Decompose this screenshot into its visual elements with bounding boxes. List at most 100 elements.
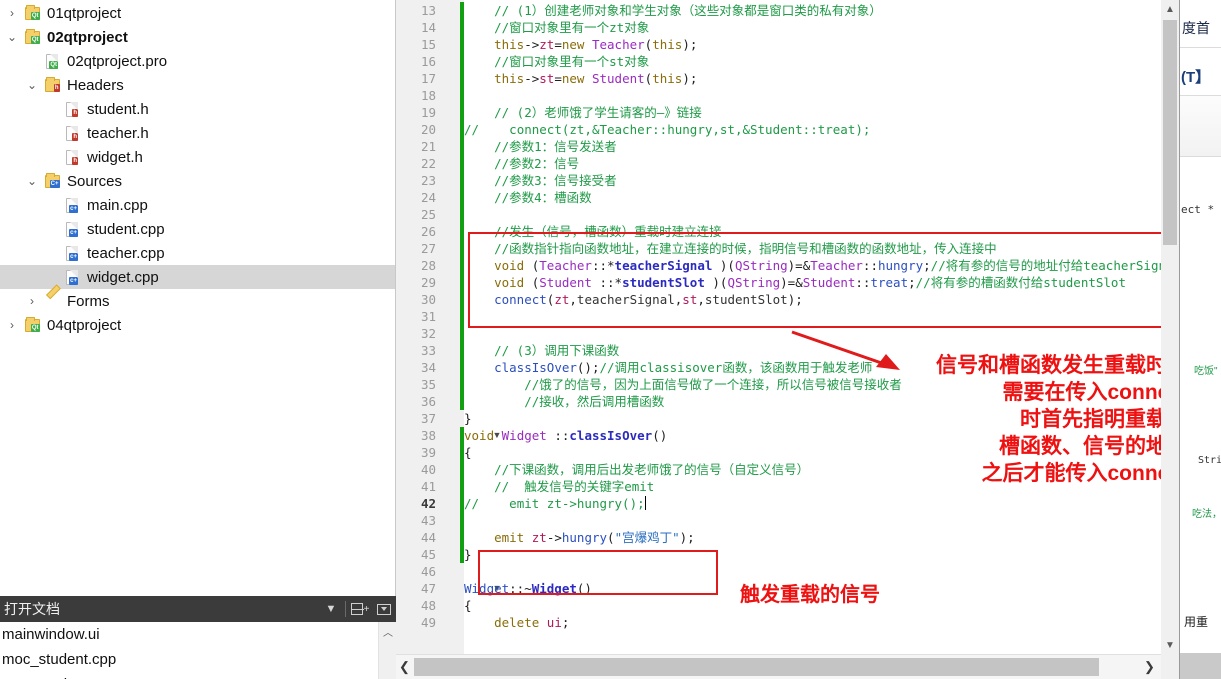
tree-item-sources[interactable]: ⌄ C+ Sources [0,169,396,193]
code-line[interactable]: void Widget ::classIsOver() [464,427,667,444]
tree-item-label: Sources [67,172,123,190]
qt-project-folder-icon: Qt [22,28,42,46]
tree-item-student-h[interactable]: h student.h [0,97,396,121]
sources-folder-icon: C+ [42,172,62,190]
code-line[interactable]: //参数4：槽函数 [464,189,592,206]
line-number: 30 [420,292,436,307]
h-file-icon: h [62,100,82,118]
chevron-down-icon[interactable]: ⌄ [2,31,22,43]
scroll-down-arrow-icon[interactable]: ▼ [1161,636,1179,654]
fold-gutter[interactable]: ▼ ▼ [442,0,501,654]
code-line[interactable]: //下课函数，调用后出发老师饿了的信号（自定义信号） [464,461,809,478]
code-line[interactable]: //参数2：信号 [464,155,579,172]
line-number: 24 [420,190,436,205]
tree-item-forms[interactable]: › Forms [0,289,396,313]
collapse-pane-icon[interactable] [372,597,396,621]
scroll-up-arrow-icon[interactable]: ▲ [1161,0,1179,18]
chevron-down-icon[interactable]: ▼ [319,597,343,621]
change-marker [460,427,464,563]
code-line[interactable]: // connect(zt,&Teacher::hungry,st,&Stude… [464,121,870,138]
chevron-down-icon[interactable]: ⌄ [22,175,42,187]
line-number: 27 [420,241,436,256]
red-arrow-icon [791,330,900,370]
tree-item-widget-cpp[interactable]: c+ widget.cpp [0,265,396,289]
open-document-item[interactable]: moc_student.cpp [0,647,378,672]
code-line[interactable]: this->zt=new Teacher(this); [464,36,697,53]
editor-horizontal-scrollbar[interactable]: ❮ ❯ [396,654,1161,679]
tree-item-02qtproject[interactable]: ⌄ Qt 02qtproject [0,25,396,49]
h-file-icon: h [62,148,82,166]
code-line[interactable]: void (Teacher::*teacherSignal )(QString)… [464,257,1161,274]
chevron-right-icon[interactable]: › [2,319,22,331]
chevron-right-icon[interactable]: › [22,295,42,307]
open-documents-scrollbar[interactable]: ︿ [378,622,396,679]
tree-item-student-cpp[interactable]: c+ student.cpp [0,217,396,241]
code-line[interactable]: emit zt->hungry("宫爆鸡丁"); [464,529,695,546]
open-documents-list[interactable]: mainwindow.uimoc_student.cppmoc_student.… [0,622,378,679]
cpp-file-icon: c+ [62,220,82,238]
tree-item-label: widget.cpp [87,268,159,286]
chevron-right-icon[interactable]: › [2,7,22,19]
code-line[interactable]: //参数3：信号接受者 [464,172,617,189]
code-line[interactable]: } [464,410,472,427]
qt-pro-file-icon: Qt [42,52,62,70]
line-number: 33 [420,343,436,358]
scrollbar-corner [1161,654,1179,679]
text-cursor [644,496,646,510]
tree-item-headers[interactable]: ⌄ h Headers [0,73,396,97]
tree-item-label: student.h [87,100,149,118]
background-window-sliver[interactable]: 度首 (T】 ect * 吃饭" Strin 吃法， 用重 [1179,0,1221,679]
code-line[interactable]: //发生（信号，槽函数）重载时建立连接 [464,223,722,240]
horizontal-scroll-thumb[interactable] [414,658,1099,676]
line-number: 23 [420,173,436,188]
tree-item-teacher-h[interactable]: h teacher.h [0,121,396,145]
split-view-icon[interactable]: + [348,597,372,621]
tree-item-main-cpp[interactable]: c+ main.cpp [0,193,396,217]
code-line[interactable]: //窗口对象里有一个st对象 [464,53,649,70]
code-line[interactable]: void (Student ::*studentSlot )(QString)=… [464,274,1126,291]
line-number: 29 [420,275,436,290]
tree-item-04qtproject[interactable]: › Qt 04qtproject [0,313,396,337]
code-line[interactable]: this->st=new Student(this); [464,70,697,87]
open-document-item[interactable]: moc_student.o [0,672,378,679]
change-marker [460,2,464,410]
code-line[interactable]: // (1）创建老师对象和学生对象（这些对象都是窗口类的私有对象） [464,2,882,19]
scroll-right-arrow-icon[interactable]: ❯ [1141,655,1158,679]
line-number: 15 [420,37,436,52]
code-line[interactable]: // 触发信号的关键字emit [464,478,654,495]
tree-item-label: 01qtproject [47,4,122,22]
vertical-scroll-thumb[interactable] [1163,20,1177,245]
h-file-icon: h [62,124,82,142]
tree-item-label: Forms [67,292,110,310]
scroll-left-arrow-icon[interactable]: ❮ [396,655,413,679]
code-line[interactable]: } [464,546,472,563]
code-line[interactable]: Widget::~Widget() [464,580,592,597]
scroll-up-icon[interactable]: ︿ [379,622,397,640]
tree-item-02qtproject-pro[interactable]: Qt 02qtproject.pro [0,49,396,73]
code-line[interactable]: connect(zt,teacherSignal,st,studentSlot)… [464,291,803,308]
tree-item-widget-h[interactable]: h widget.h [0,145,396,169]
tree-item-01qtproject[interactable]: › Qt 01qtproject [0,1,396,25]
code-text-area[interactable]: // (1）创建老师对象和学生对象（这些对象都是窗口类的私有对象） //窗口对象… [464,0,1161,654]
code-line[interactable]: //饿了的信号，因为上面信号做了一个连接，所以信号被信号接收者 [464,376,902,393]
code-line[interactable]: { [464,444,472,461]
code-line[interactable]: // emit zt->hungry(); [464,495,646,512]
code-line[interactable]: // (3）调用下课函数 [464,342,619,359]
background-text-fragment: (T】 [1181,69,1211,86]
chevron-down-icon[interactable]: ⌄ [22,79,42,91]
code-line[interactable]: //函数指针指向函数地址，在建立连接的时候，指明信号和槽函数的函数地址，传入连接… [464,240,997,257]
code-line[interactable]: //窗口对象里有一个zt对象 [464,19,649,36]
editor-vertical-scrollbar[interactable]: ▲ ▼ [1161,0,1179,654]
code-editor[interactable]: 13 14 15 16 17 18 19 20 21 22 23 24 25 26 27 28 29 30 31 32… [396,0,1161,654]
code-line[interactable]: // (2）老师饿了学生请客的—》链接 [464,104,702,121]
tree-item-teacher-cpp[interactable]: c+ teacher.cpp [0,241,396,265]
open-document-item[interactable]: mainwindow.ui [0,622,378,647]
code-line[interactable]: //接收，然后调用槽函数 [464,393,664,410]
code-line[interactable]: { [464,597,472,614]
project-tree[interactable]: › Qt 01qtproject ⌄ Qt 02qtproject Qt 02qtprojec… [0,0,396,337]
line-number: 43 [420,513,436,528]
code-line[interactable]: //参数1：信号发送者 [464,138,617,155]
line-number: 39 [420,445,436,460]
cpp-file-icon: c+ [62,196,82,214]
code-line[interactable]: delete ui; [464,614,569,631]
